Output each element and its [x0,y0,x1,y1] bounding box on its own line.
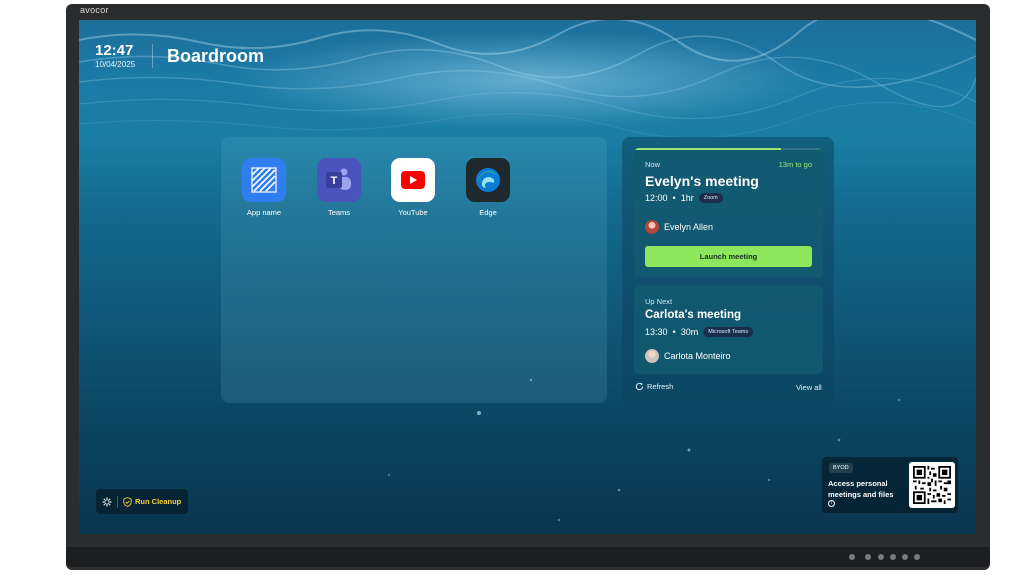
gear-icon[interactable] [102,497,112,507]
meeting-time: 13:30 [645,327,668,337]
qr-code [909,462,955,508]
volume-up-icon[interactable] [914,554,920,560]
home-button-icon[interactable] [865,554,871,560]
app-tile-edge[interactable]: Edge [456,158,520,217]
view-all-link[interactable]: View all [796,383,822,392]
meeting-duration: 30m [680,327,699,337]
shield-check-icon [123,496,132,507]
avatar [645,349,659,363]
header-divider [152,44,153,68]
run-cleanup-label: Run Cleanup [135,497,182,506]
meeting-title: Carlota's meeting [645,309,742,321]
striped-app-icon [242,158,286,202]
svg-text:T: T [331,175,338,187]
app-label: YouTube [398,208,428,217]
teams-icon: T [317,158,361,202]
byod-card[interactable]: BYOD Access personal meetings and files … [822,457,958,513]
app-tile-teams[interactable]: T Teams [307,158,371,217]
meeting-duration: 1hr [680,193,694,203]
volume-down-icon[interactable] [902,554,908,560]
power-button-icon[interactable] [849,554,855,560]
bullet-separator: • [672,193,676,203]
byod-badge: BYOD [829,463,853,473]
current-meeting-card[interactable]: Now 13m to go Evelyn's meeting 12:00 • 1… [634,148,823,278]
next-meeting-card[interactable]: Up Next Carlota's meeting 13:30 • 30m Mi… [634,286,823,374]
app-tile-youtube[interactable]: YouTube [381,158,445,217]
clock-time: 12:47 [95,42,134,59]
app-label: Teams [327,208,351,217]
meeting-progress-fill [634,148,782,150]
app-tile-app-name[interactable]: App name [232,158,296,217]
room-title: Boardroom [167,46,265,66]
meeting-countdown: 13m to go [778,160,812,169]
qr-code-graphic [913,466,951,504]
run-cleanup-button[interactable]: Run Cleanup [123,496,182,507]
avatar [645,220,659,234]
meeting-status: Up Next [645,297,673,306]
host-name: Evelyn Allen [664,222,714,232]
meeting-host: Carlota Monteiro [645,349,731,363]
refresh-button[interactable]: Refresh [635,382,673,391]
refresh-label: Refresh [647,382,674,391]
bullet-separator: • [672,327,676,337]
meeting-progress-track [634,148,823,150]
meeting-status: Now [645,160,661,169]
youtube-icon [391,158,435,202]
info-icon[interactable]: i [828,500,835,507]
back-button-icon[interactable] [878,554,884,560]
cleanup-divider [117,495,118,508]
clock-date: 10/04/2025 [95,60,136,69]
app-label: Edge [479,208,497,217]
meeting-time: 12:00 [645,193,668,203]
refresh-icon [635,382,644,391]
app-label: App name [246,208,282,217]
cleanup-bar: Run Cleanup [96,489,188,514]
meeting-title: Evelyn's meeting [645,173,759,189]
platform-badge: Microsoft Teams [703,327,754,337]
host-name: Carlota Monteiro [664,351,731,361]
meeting-time-row: 13:30 • 30m Microsoft Teams [645,327,754,337]
meeting-host: Evelyn Allen [645,220,713,234]
input-button-icon[interactable] [890,554,896,560]
edge-icon [466,158,510,202]
platform-badge: Zoom [698,193,723,203]
byod-description: Access personal meetings and files [828,479,894,499]
meeting-time-row: 12:00 • 1hr Zoom [645,193,723,203]
brand-logo: avocor [80,5,109,15]
launch-meeting-button[interactable]: Launch meeting [645,246,812,267]
